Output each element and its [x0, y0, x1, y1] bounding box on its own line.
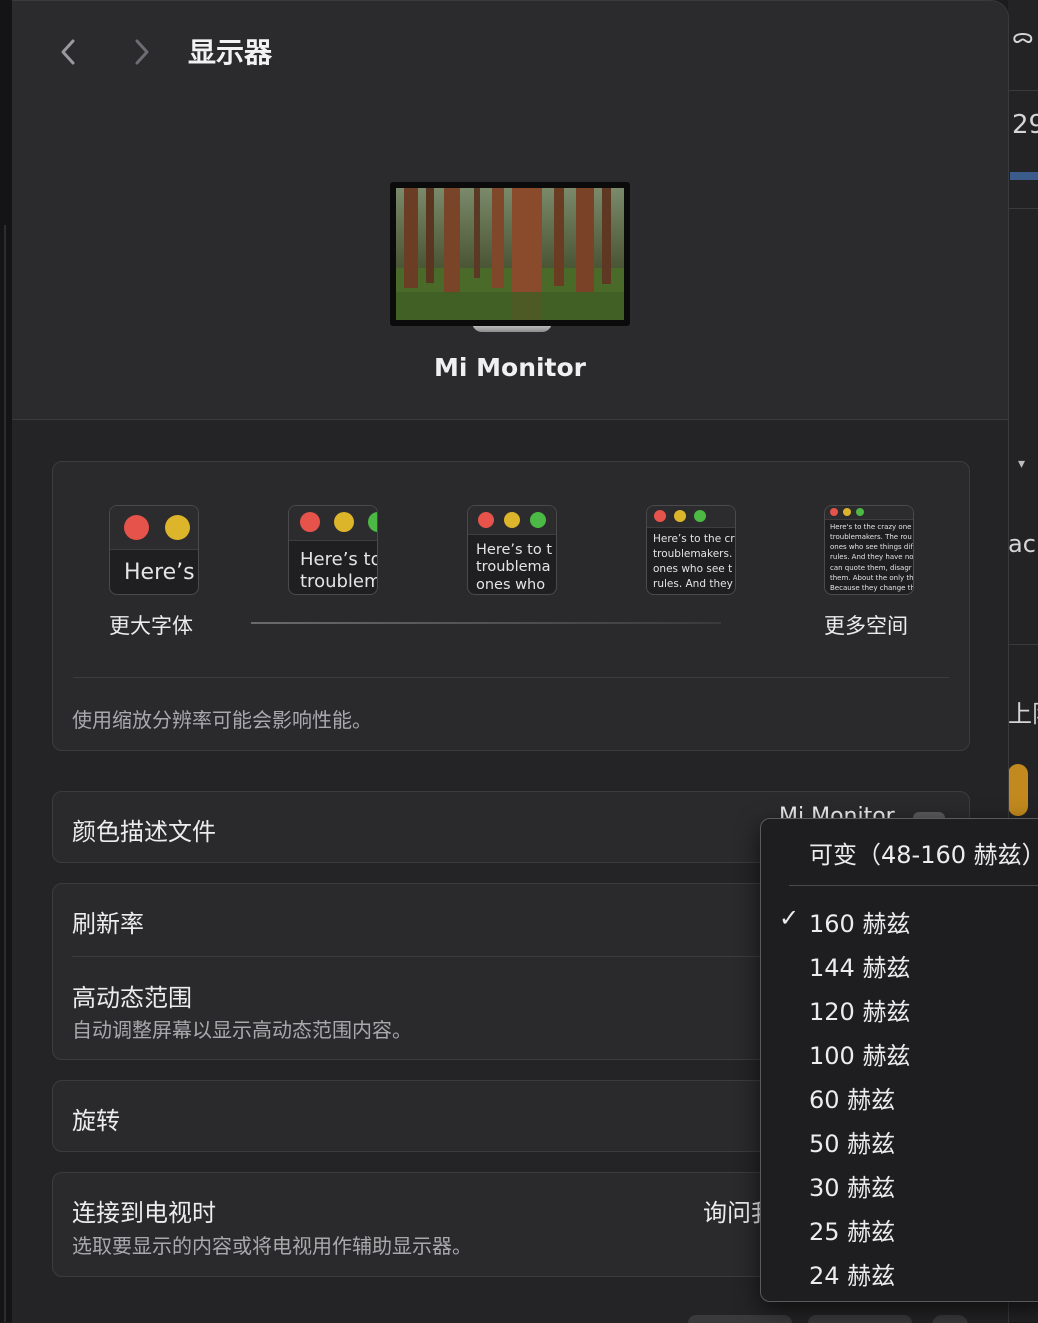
close-dot-icon	[830, 508, 838, 516]
hdr-description: 自动调整屏幕以显示高动态范围内容。	[72, 1018, 412, 1042]
menu-item-refresh-rate[interactable]: 25 赫兹	[809, 1212, 895, 1247]
minimize-dot-icon	[674, 510, 686, 522]
zoom-dot-icon	[694, 510, 706, 522]
rotation-label: 旋转	[72, 1107, 120, 1135]
menu-item-refresh-rate[interactable]: 30 赫兹	[809, 1168, 895, 1203]
resolution-slider-track[interactable]	[251, 622, 721, 624]
close-dot-icon	[300, 512, 320, 532]
background-text-fragment: 29	[1012, 110, 1038, 140]
thumbnail-sample-text: Here's to the crazy one troublemakers. T…	[830, 523, 914, 592]
zoom-dot-icon	[530, 512, 546, 528]
hdr-label: 高动态范围	[72, 984, 192, 1012]
menu-item-refresh-rate[interactable]: 24 赫兹	[809, 1256, 895, 1291]
background-window-edge	[4, 225, 6, 1322]
menu-item-variable-refresh[interactable]: 可变（48-160 赫兹）	[809, 835, 1038, 870]
thumbnail-sample-text: Here’s to the cr troublemakers. ones who…	[653, 533, 735, 590]
resolution-option-3[interactable]: Here’s to t troublema ones who	[467, 505, 557, 595]
checkmark-icon: ✓	[779, 904, 800, 932]
resolution-performance-note: 使用缩放分辨率可能会影响性能。	[72, 708, 372, 732]
background-divider	[1008, 644, 1038, 645]
refresh-rate-label: 刷新率	[72, 910, 144, 938]
thumbnail-sample-text: Here’s	[124, 560, 195, 585]
monitor-name: Mi Monitor	[433, 353, 587, 382]
menu-item-refresh-rate[interactable]: 160 赫兹	[809, 904, 910, 939]
more-space-label: 更多空间	[824, 614, 908, 638]
background-divider	[1008, 90, 1038, 91]
background-chevron-icon: ▾	[1018, 456, 1026, 472]
background-minimize-glyph: ᯅ –	[1012, 24, 1038, 48]
header-area: 显示器 Mi Monitor	[12, 1, 1008, 420]
menu-item-refresh-rate[interactable]: 120 赫兹	[809, 992, 910, 1027]
close-dot-icon	[124, 515, 149, 540]
refresh-rate-menu: 可变（48-160 赫兹） ✓ 160 赫兹 144 赫兹 120 赫兹 100…	[760, 818, 1038, 1302]
background-bar	[1010, 172, 1038, 180]
resolution-option-larger-text[interactable]: Here’s	[109, 505, 199, 595]
menu-item-refresh-rate[interactable]: 60 赫兹	[809, 1080, 895, 1115]
menu-divider	[789, 885, 1038, 886]
tv-connection-description: 选取要显示的内容或将电视用作辅助显示器。	[72, 1234, 472, 1258]
close-dot-icon	[654, 510, 666, 522]
monitor-preview[interactable]	[390, 182, 630, 332]
resolution-option-4[interactable]: Here’s to the cr troublemakers. ones who…	[646, 505, 736, 595]
back-button[interactable]	[54, 37, 84, 67]
thumbnail-sample-text: Here’s to troublem	[300, 549, 378, 592]
resolution-option-more-space[interactable]: Here's to the crazy one troublemakers. T…	[824, 505, 914, 595]
background-divider	[1008, 208, 1038, 209]
minimize-dot-icon	[504, 512, 520, 528]
forward-button[interactable]	[126, 37, 156, 67]
resolution-divider	[73, 677, 949, 678]
minimize-dot-icon	[334, 512, 354, 532]
monitor-bezel	[390, 182, 630, 326]
minimize-dot-icon	[843, 508, 851, 516]
tv-connection-label: 连接到电视时	[72, 1199, 216, 1227]
color-profile-label: 颜色描述文件	[72, 818, 216, 846]
minimize-dot-icon	[165, 515, 190, 540]
background-left-strip	[0, 0, 12, 1322]
thumbnail-titlebar	[825, 506, 913, 520]
menu-item-refresh-rate[interactable]: 100 赫兹	[809, 1036, 910, 1071]
background-text-fragment: ac	[1008, 530, 1036, 558]
chevron-left-icon	[61, 39, 75, 65]
resolution-option-2[interactable]: Here’s to troublem	[288, 505, 378, 595]
page-title: 显示器	[188, 36, 273, 69]
close-dot-icon	[478, 512, 494, 528]
larger-text-label: 更大字体	[109, 614, 193, 638]
menu-item-refresh-rate[interactable]: 50 赫兹	[809, 1124, 895, 1159]
thumbnail-sample-text: Here’s to t troublema ones who	[476, 542, 553, 593]
chevron-right-icon	[135, 39, 149, 65]
zoom-dot-icon	[856, 508, 864, 516]
wallpaper-image	[396, 188, 624, 320]
resolution-card: Here’s Here’s to troublem Here’s to t tr…	[52, 461, 970, 751]
menu-item-refresh-rate[interactable]: 144 赫兹	[809, 948, 910, 983]
background-text-fragment: 上限	[1008, 700, 1038, 728]
background-image-fragment	[1008, 764, 1028, 816]
